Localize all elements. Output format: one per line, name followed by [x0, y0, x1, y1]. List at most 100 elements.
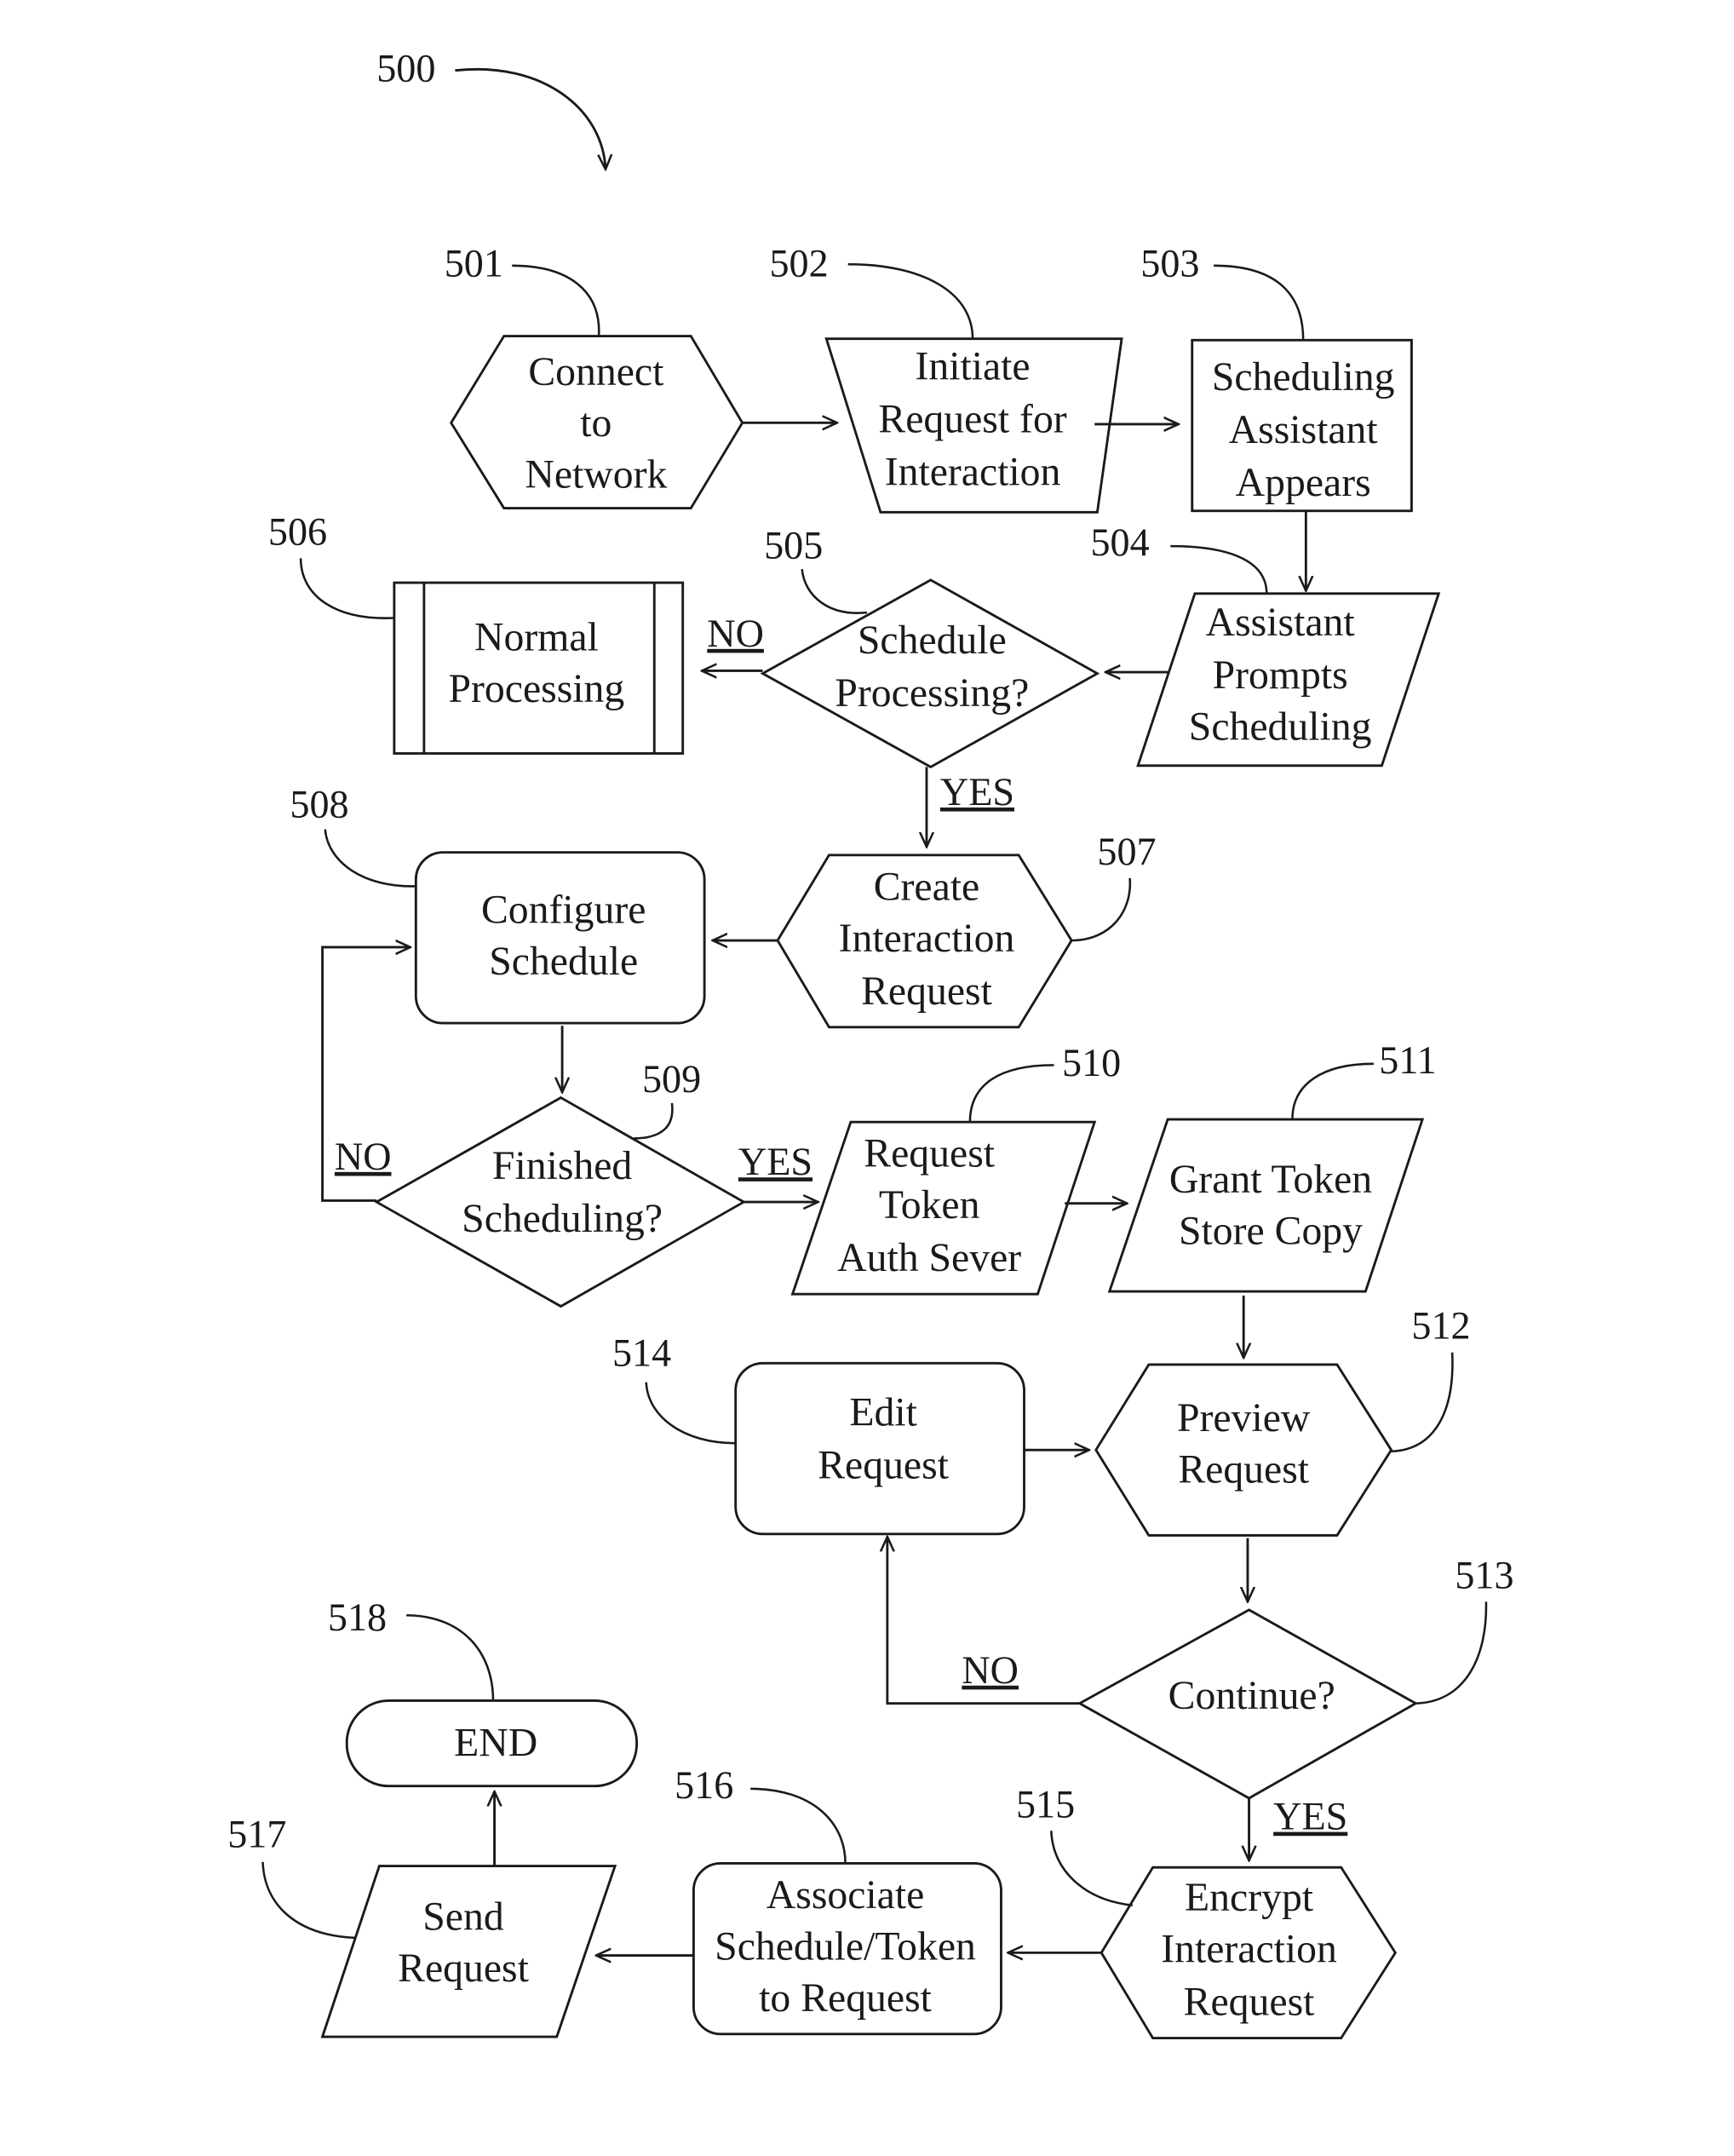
- leader-514: [645, 1382, 736, 1445]
- leader-512: [1391, 1352, 1454, 1453]
- leader-505: [801, 569, 868, 614]
- leader-511: [1291, 1062, 1374, 1120]
- node-501-line-1: Connect: [528, 349, 663, 394]
- edge-label-513-no: NO: [962, 1648, 1019, 1692]
- leader-508: [324, 829, 416, 888]
- node-513-continue-decision[interactable]: Continue?: [1077, 1608, 1419, 1800]
- node-515-line-3: Request: [1184, 1980, 1315, 2025]
- node-518-line-1: END: [454, 1721, 537, 1766]
- leader-504: [1170, 544, 1268, 594]
- node-506-line-2: Processing: [449, 666, 625, 711]
- node-509-line-2: Scheduling?: [462, 1196, 663, 1241]
- node-516-line-3: to Request: [759, 1975, 932, 2021]
- node-501-line-2: to: [580, 400, 611, 446]
- parallelogram-shape: [1107, 1118, 1425, 1293]
- node-509-finished-scheduling-decision[interactable]: Finished Scheduling?: [374, 1095, 747, 1308]
- node-503-scheduling-assistant-appears[interactable]: Scheduling Assistant Appears: [1191, 338, 1413, 513]
- leader-515: [1050, 1831, 1133, 1906]
- node-506-line-1: Normal: [474, 615, 599, 660]
- figure-ref-arrow: [455, 68, 606, 170]
- leader-513: [1415, 1601, 1488, 1705]
- edge-label-509-no: NO: [335, 1135, 392, 1178]
- node-513-line-1: Continue?: [1168, 1673, 1335, 1718]
- node-504-line-2: Prompts: [1213, 653, 1348, 698]
- figure-ref-500: 500: [376, 46, 435, 89]
- node-511-grant-token-store-copy[interactable]: Grant Token Store Copy: [1107, 1118, 1425, 1293]
- node-503-line-3: Appears: [1236, 460, 1371, 505]
- node-508-line-1: Configure: [481, 887, 646, 932]
- node-511-line-1: Grant Token: [1169, 1157, 1372, 1202]
- node-507-line-3: Request: [861, 969, 992, 1014]
- leader-518: [406, 1613, 495, 1701]
- node-501-connect-to-network[interactable]: Connect to Network: [449, 335, 744, 509]
- node-505-line-2: Processing?: [835, 670, 1029, 716]
- node-506-normal-processing[interactable]: Normal Processing: [393, 581, 685, 755]
- edge-label-513-yes: YES: [1273, 1795, 1347, 1838]
- node-514-edit-request[interactable]: Edit Request: [734, 1361, 1025, 1536]
- ref-502: 502: [769, 242, 828, 285]
- node-503-line-1: Scheduling: [1212, 354, 1395, 400]
- leader-501: [512, 264, 600, 336]
- flowchart-500: 500 Connect to Network 501 Initiate Requ…: [227, 46, 1514, 2040]
- node-502-line-1: Initiate: [915, 343, 1030, 388]
- node-516-line-2: Schedule/Token: [715, 1923, 976, 1969]
- node-514-line-2: Request: [818, 1443, 949, 1488]
- ref-515: 515: [1016, 1782, 1075, 1825]
- ref-514: 514: [612, 1331, 671, 1375]
- node-507-line-2: Interaction: [839, 916, 1015, 961]
- node-507-line-1: Create: [874, 864, 980, 909]
- node-512-line-2: Request: [1178, 1446, 1309, 1492]
- node-507-create-interaction-request[interactable]: Create Interaction Request: [776, 854, 1073, 1029]
- node-512-preview-request[interactable]: Preview Request: [1094, 1363, 1393, 1537]
- node-510-request-token-auth-server[interactable]: Request Token Auth Sever: [790, 1120, 1097, 1296]
- ref-517: 517: [227, 1812, 286, 1855]
- ref-510: 510: [1062, 1041, 1121, 1084]
- node-511-line-2: Store Copy: [1179, 1208, 1363, 1253]
- ref-501: 501: [445, 242, 503, 285]
- node-516-line-1: Associate: [767, 1872, 925, 1917]
- node-504-line-1: Assistant: [1206, 600, 1355, 645]
- ref-504: 504: [1090, 520, 1149, 564]
- node-515-encrypt-interaction-request[interactable]: Encrypt Interaction Request: [1100, 1866, 1398, 2040]
- ref-518: 518: [328, 1595, 387, 1639]
- node-505-schedule-processing-decision[interactable]: Schedule Processing?: [760, 578, 1100, 769]
- leader-503: [1214, 264, 1305, 341]
- ref-512: 512: [1411, 1304, 1470, 1348]
- node-516-associate-schedule-token[interactable]: Associate Schedule/Token to Request: [692, 1861, 1002, 2036]
- node-510-line-1: Request: [864, 1131, 995, 1176]
- node-515-line-1: Encrypt: [1185, 1875, 1313, 1920]
- node-508-line-2: Schedule: [489, 939, 638, 984]
- node-501-line-3: Network: [525, 452, 667, 497]
- node-502-initiate-request[interactable]: Initiate Request for Interaction: [824, 337, 1123, 514]
- ref-507: 507: [1097, 830, 1156, 873]
- node-518-end[interactable]: END: [345, 1699, 639, 1788]
- ref-511: 511: [1379, 1038, 1436, 1082]
- leader-502: [847, 262, 974, 339]
- node-510-line-2: Token: [879, 1182, 980, 1227]
- node-505-line-1: Schedule: [858, 618, 1007, 663]
- ref-516: 516: [675, 1763, 733, 1807]
- node-515-line-2: Interaction: [1161, 1927, 1337, 1972]
- ref-505: 505: [764, 523, 823, 566]
- node-508-configure-schedule[interactable]: Configure Schedule: [414, 851, 706, 1025]
- node-503-line-2: Assistant: [1229, 407, 1378, 452]
- ref-513: 513: [1455, 1553, 1513, 1596]
- node-502-line-2: Request for: [878, 396, 1066, 441]
- node-517-line-1: Send: [422, 1894, 504, 1939]
- node-509-line-1: Finished: [492, 1143, 633, 1188]
- node-502-line-3: Interaction: [885, 450, 1061, 495]
- ref-508: 508: [290, 782, 348, 825]
- ref-506: 506: [268, 510, 327, 554]
- node-510-line-3: Auth Sever: [837, 1235, 1021, 1280]
- leader-510: [968, 1064, 1054, 1123]
- leader-517: [261, 1861, 355, 1940]
- node-514-line-1: Edit: [849, 1390, 917, 1435]
- node-517-send-request[interactable]: Send Request: [320, 1865, 617, 2038]
- node-512-line-1: Preview: [1177, 1395, 1311, 1440]
- node-504-assistant-prompts-scheduling[interactable]: Assistant Prompts Scheduling: [1136, 592, 1441, 768]
- leader-516: [750, 1787, 847, 1864]
- edge-label-509-yes: YES: [738, 1140, 812, 1183]
- leader-509: [634, 1102, 674, 1140]
- node-517-line-2: Request: [398, 1946, 529, 1991]
- leader-506: [299, 558, 394, 619]
